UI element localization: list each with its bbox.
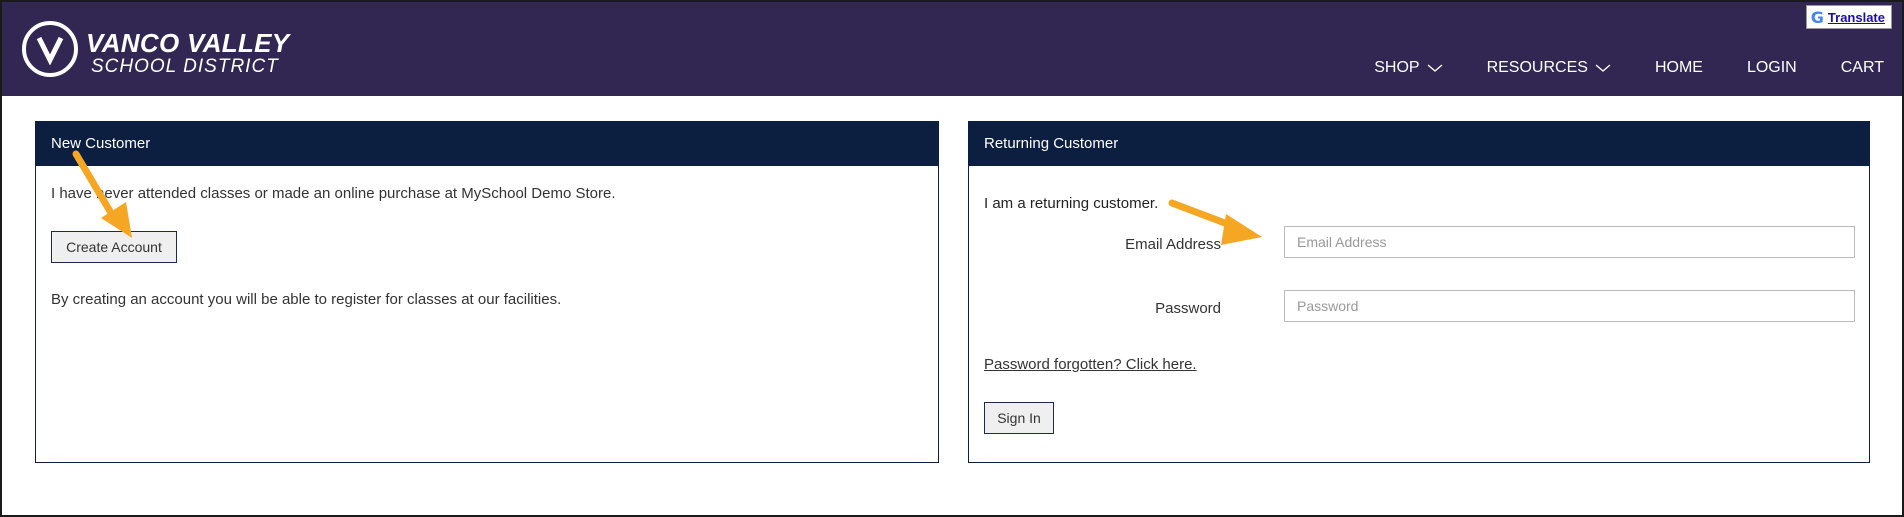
nav-home-label: HOME	[1654, 59, 1703, 76]
password-label: Password	[1155, 300, 1221, 317]
returning-customer-panel: Returning Customer I am a returning cust…	[968, 121, 1870, 463]
new-customer-intro: I have never attended classes or made an…	[51, 185, 616, 202]
chevron-down-icon	[1595, 64, 1611, 72]
nav-cart-label: CART	[1840, 59, 1884, 76]
create-account-button[interactable]: Create Account	[51, 231, 177, 263]
sign-in-button[interactable]: Sign In	[984, 402, 1054, 434]
returning-customer-title: Returning Customer	[969, 122, 1869, 166]
email-label: Email Address	[1125, 236, 1221, 253]
forgot-password-link[interactable]: Password forgotten? Click here.	[984, 356, 1197, 373]
new-customer-title: New Customer	[36, 122, 938, 166]
logo-subtitle[interactable]: SCHOOL DISTRICT	[91, 56, 279, 78]
nav-cart[interactable]: CART	[1841, 59, 1884, 77]
chevron-down-icon	[1427, 64, 1443, 72]
nav-login[interactable]: LOGIN	[1747, 59, 1797, 77]
google-g-icon: G	[1810, 7, 1824, 27]
nav-shop[interactable]: SHOP	[1374, 59, 1443, 77]
nav-home[interactable]: HOME	[1655, 59, 1703, 77]
nav-resources-label: RESOURCES	[1486, 59, 1588, 76]
translate-link[interactable]: Translate	[1828, 10, 1885, 25]
new-customer-note: By creating an account you will be able …	[51, 291, 562, 308]
logo-v-icon[interactable]	[22, 21, 78, 77]
returning-customer-intro: I am a returning customer.	[984, 195, 1159, 212]
nav-shop-label: SHOP	[1374, 59, 1420, 76]
email-field[interactable]	[1284, 226, 1855, 258]
nav-resources[interactable]: RESOURCES	[1487, 59, 1611, 77]
main-nav: SHOP RESOURCES HOME LOGIN CART	[1330, 59, 1884, 77]
logo-title[interactable]: VANCO VALLEY	[86, 28, 289, 59]
new-customer-panel: New Customer I have never attended class…	[35, 121, 939, 463]
translate-widget[interactable]: G Translate	[1805, 5, 1892, 29]
site-header: VANCO VALLEY SCHOOL DISTRICT G Translate…	[2, 2, 1902, 96]
password-field[interactable]	[1284, 290, 1855, 322]
nav-login-label: LOGIN	[1746, 59, 1797, 76]
